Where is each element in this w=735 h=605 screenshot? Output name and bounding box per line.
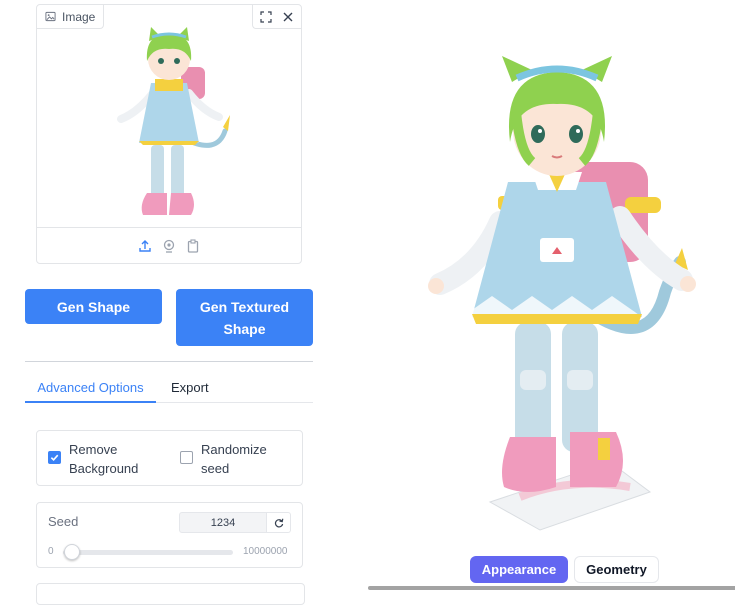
clipboard-icon[interactable] — [186, 238, 200, 253]
gen-textured-shape-button[interactable]: Gen Textured Shape — [176, 289, 313, 346]
image-label: Image — [62, 9, 96, 24]
next-option-card — [36, 583, 305, 605]
section-divider — [25, 361, 313, 362]
remove-background-checkbox[interactable] — [48, 451, 61, 464]
options-card: Remove Background Randomize seed — [36, 430, 303, 486]
view-mode-toggle: Appearance Geometry — [470, 556, 659, 583]
seed-slider-track[interactable] — [63, 550, 233, 555]
checkmark-icon — [50, 454, 59, 462]
remove-background-option[interactable]: Remove Background — [48, 440, 149, 478]
model-viewer[interactable] — [345, 0, 735, 590]
close-icon[interactable] — [281, 10, 295, 24]
image-label-tag: Image — [37, 5, 105, 29]
upload-icon[interactable] — [138, 239, 152, 253]
seed-card: Seed 0 10000000 — [36, 502, 303, 568]
image-input-panel[interactable]: Image — [36, 4, 302, 264]
geometry-mode-button[interactable]: Geometry — [574, 556, 659, 583]
webcam-icon[interactable] — [162, 239, 176, 253]
fullscreen-icon[interactable] — [259, 10, 273, 24]
seed-max-label: 10000000 — [243, 546, 288, 557]
tab-export[interactable]: Export — [171, 375, 209, 401]
seed-min-label: 0 — [48, 546, 54, 557]
randomize-seed-option[interactable]: Randomize seed — [180, 440, 281, 478]
randomize-seed-label: Randomize seed — [201, 442, 267, 476]
remove-background-label: Remove Background — [69, 442, 139, 476]
uploaded-image-preview — [97, 27, 243, 229]
image-icon — [45, 11, 56, 22]
seed-slider-thumb[interactable] — [64, 544, 80, 560]
image-panel-toolbar — [252, 5, 301, 29]
reset-seed-button[interactable] — [267, 512, 291, 533]
options-tabs: Advanced Options Export — [25, 375, 313, 403]
seed-input[interactable] — [179, 512, 267, 533]
gen-shape-button[interactable]: Gen Shape — [25, 289, 162, 324]
reset-icon — [274, 518, 283, 527]
tab-advanced-options[interactable]: Advanced Options — [25, 375, 156, 403]
3d-model-render — [428, 56, 696, 531]
image-panel-footer — [37, 227, 301, 263]
appearance-mode-button[interactable]: Appearance — [470, 556, 568, 583]
randomize-seed-checkbox[interactable] — [180, 451, 193, 464]
viewer-scrollbar[interactable] — [368, 586, 735, 590]
seed-label: Seed — [48, 514, 79, 529]
